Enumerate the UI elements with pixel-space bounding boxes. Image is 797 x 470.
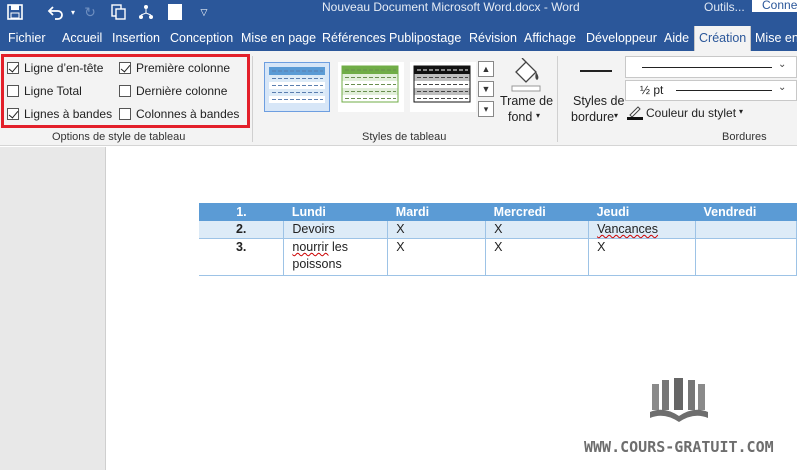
table-row[interactable]: 3. nourrir les poissons X X X — [199, 238, 797, 276]
undo-icon[interactable] — [44, 2, 68, 22]
table-cell[interactable]: X — [387, 238, 487, 276]
table-header-row[interactable]: 1. Lundi Mardi Mercredi Jeudi Vendredi — [199, 203, 797, 221]
tab-fichier[interactable]: Fichier — [4, 26, 50, 51]
line-style-sample — [642, 67, 772, 68]
table-cell[interactable]: X — [387, 221, 487, 239]
border-styles-label-line1[interactable]: Styles de — [573, 94, 624, 108]
table-header-cell[interactable]: 1. — [199, 203, 284, 221]
save-icon[interactable] — [4, 2, 26, 22]
table-cell[interactable]: Vancances — [588, 221, 697, 239]
tab-mise-en-page[interactable]: Mise en page — [237, 26, 320, 51]
table-header-cell[interactable]: Jeudi — [588, 203, 696, 221]
tab-affichage[interactable]: Affichage — [520, 26, 580, 51]
title-bar: ▾ ↻ ▽ Nouveau Document Microsoft Word.do… — [0, 0, 797, 26]
table-style-black-thumbnail[interactable] — [410, 62, 476, 112]
tab-developpeur[interactable]: Développeur — [582, 26, 661, 51]
pen-color-label[interactable]: Couleur du stylet — [646, 106, 736, 120]
watermark-text: WWW.COURS-GRATUIT.COM — [584, 438, 774, 456]
border-styles-label-line2[interactable]: bordure — [571, 110, 614, 124]
tab-references[interactable]: Références — [318, 26, 390, 51]
document-margin-area — [0, 147, 106, 470]
line-weight-dropdown[interactable]: ½ pt ⌄ — [625, 80, 797, 101]
tab-insertion[interactable]: Insertion — [108, 26, 164, 51]
line-style-dropdown[interactable]: ⌄ — [625, 56, 797, 78]
tab-publipostage[interactable]: Publipostage — [385, 26, 465, 51]
cell-text[interactable]: nourrir les poissons — [292, 240, 348, 271]
table-cell[interactable]: 2. — [199, 221, 285, 239]
highlight-box — [1, 54, 250, 128]
shading-label-line1[interactable]: Trame de — [500, 94, 553, 108]
window-title: Nouveau Document Microsoft Word.docx - W… — [322, 0, 580, 14]
table-tools-label: Outils... — [704, 0, 745, 14]
table-cell[interactable]: X — [588, 238, 697, 276]
table-cell[interactable] — [695, 238, 797, 276]
shading-dropdown-icon[interactable]: ▾ — [536, 111, 540, 120]
line-style-chevron-icon: ⌄ — [778, 59, 787, 70]
table-style-blue-thumbnail[interactable] — [264, 62, 330, 112]
blank-document-icon[interactable] — [166, 2, 184, 22]
shading-label-line2[interactable]: fond — [508, 110, 532, 124]
table-header-cell[interactable]: Lundi — [283, 203, 388, 221]
table-style-options-group-label: Options de style de tableau — [52, 131, 186, 143]
table-cell[interactable] — [695, 221, 797, 239]
gallery-more-button[interactable]: ▾ — [478, 101, 494, 117]
undo-dropdown-icon[interactable]: ▾ — [68, 2, 78, 22]
table-cell[interactable]: 3. — [199, 238, 285, 276]
word-table[interactable]: 1. Lundi Mardi Mercredi Jeudi Vendredi 2… — [199, 203, 797, 276]
table-header-cell[interactable]: Mercredi — [485, 203, 589, 221]
table-cell[interactable]: nourrir les poissons — [283, 238, 389, 276]
network-icon[interactable] — [136, 2, 156, 22]
table-row[interactable]: 2. Devoirs X X Vancances — [199, 221, 797, 239]
pen-color-icon[interactable] — [627, 104, 643, 123]
misspelled-word[interactable]: nourrir — [292, 240, 328, 254]
line-weight-chevron-icon: ⌄ — [778, 82, 787, 93]
table-header-cell[interactable]: Mardi — [387, 203, 486, 221]
pen-color-dropdown-icon[interactable]: ▾ — [739, 107, 743, 116]
ribbon-tabs: Fichier Accueil Insertion Conception Mis… — [0, 26, 797, 51]
table-cell[interactable]: X — [485, 238, 590, 276]
sign-in-button[interactable]: Conne — [752, 0, 797, 12]
group-separator — [557, 56, 558, 142]
tab-conception[interactable]: Conception — [166, 26, 237, 51]
line-weight-sample — [676, 90, 772, 91]
tab-accueil[interactable]: Accueil — [58, 26, 106, 51]
table-header-cell[interactable]: Vendredi — [695, 203, 797, 221]
customize-toolbar-icon[interactable]: ▽ — [198, 2, 210, 22]
gallery-scroll-down-button[interactable]: ▼ — [478, 81, 494, 97]
borders-group-label: Bordures — [722, 131, 767, 143]
tab-aide[interactable]: Aide — [660, 26, 693, 51]
table-cell[interactable]: Devoirs — [283, 221, 389, 239]
table-styles-group-label: Styles de tableau — [362, 131, 447, 143]
book-logo-icon — [648, 376, 710, 435]
tab-revision[interactable]: Révision — [465, 26, 521, 51]
tab-mise-en[interactable]: Mise en — [751, 26, 797, 51]
redo-icon[interactable]: ↻ — [82, 2, 98, 22]
table-style-green-thumbnail[interactable] — [338, 62, 404, 112]
table-cell[interactable]: X — [485, 221, 590, 239]
gallery-scroll-up-button[interactable]: ▲ — [478, 61, 494, 77]
border-styles-icon[interactable] — [580, 70, 612, 72]
misspelled-word[interactable]: Vancances — [597, 222, 658, 236]
page-layout-icon[interactable] — [108, 2, 128, 22]
tab-creation[interactable]: Création — [694, 26, 752, 51]
line-weight-value: ½ pt — [640, 83, 664, 97]
border-styles-dropdown-icon[interactable]: ▾ — [614, 111, 618, 120]
shading-bucket-icon[interactable] — [510, 57, 542, 95]
group-separator — [252, 56, 253, 142]
